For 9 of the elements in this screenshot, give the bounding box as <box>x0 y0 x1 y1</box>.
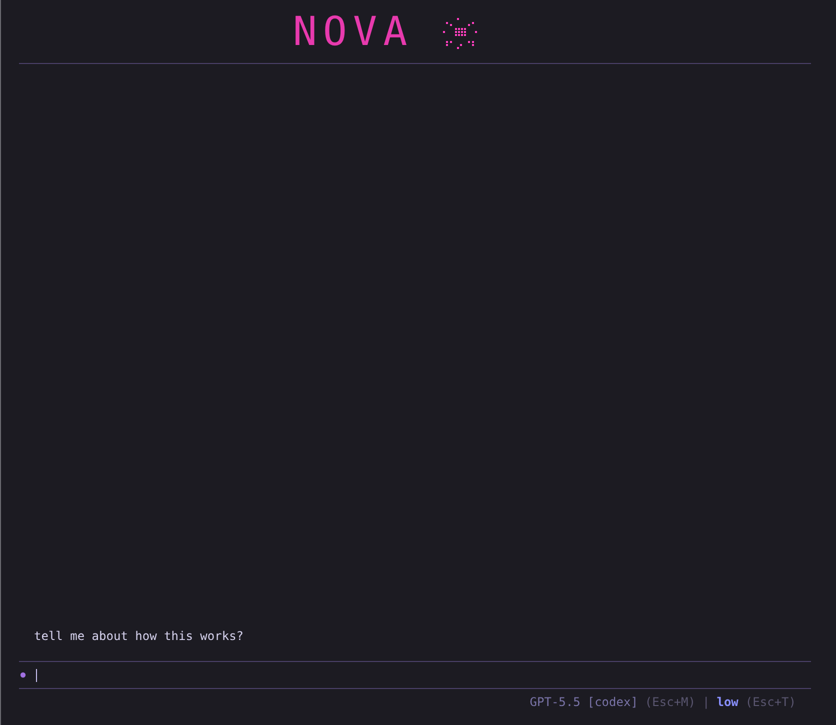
model-name: GPT-5.5 <box>530 695 580 709</box>
separator-text: | <box>702 695 710 709</box>
provider-label: [codex] <box>587 695 638 709</box>
user-message: tell me about how this works? <box>34 629 245 643</box>
shortcut-hint: (Esc+M) <box>644 695 696 709</box>
effort-level: low <box>716 695 738 709</box>
prompt-icon <box>20 672 26 678</box>
logo-text: NOVA <box>292 10 414 54</box>
shortcut-hint: (Esc+T) <box>745 695 796 709</box>
